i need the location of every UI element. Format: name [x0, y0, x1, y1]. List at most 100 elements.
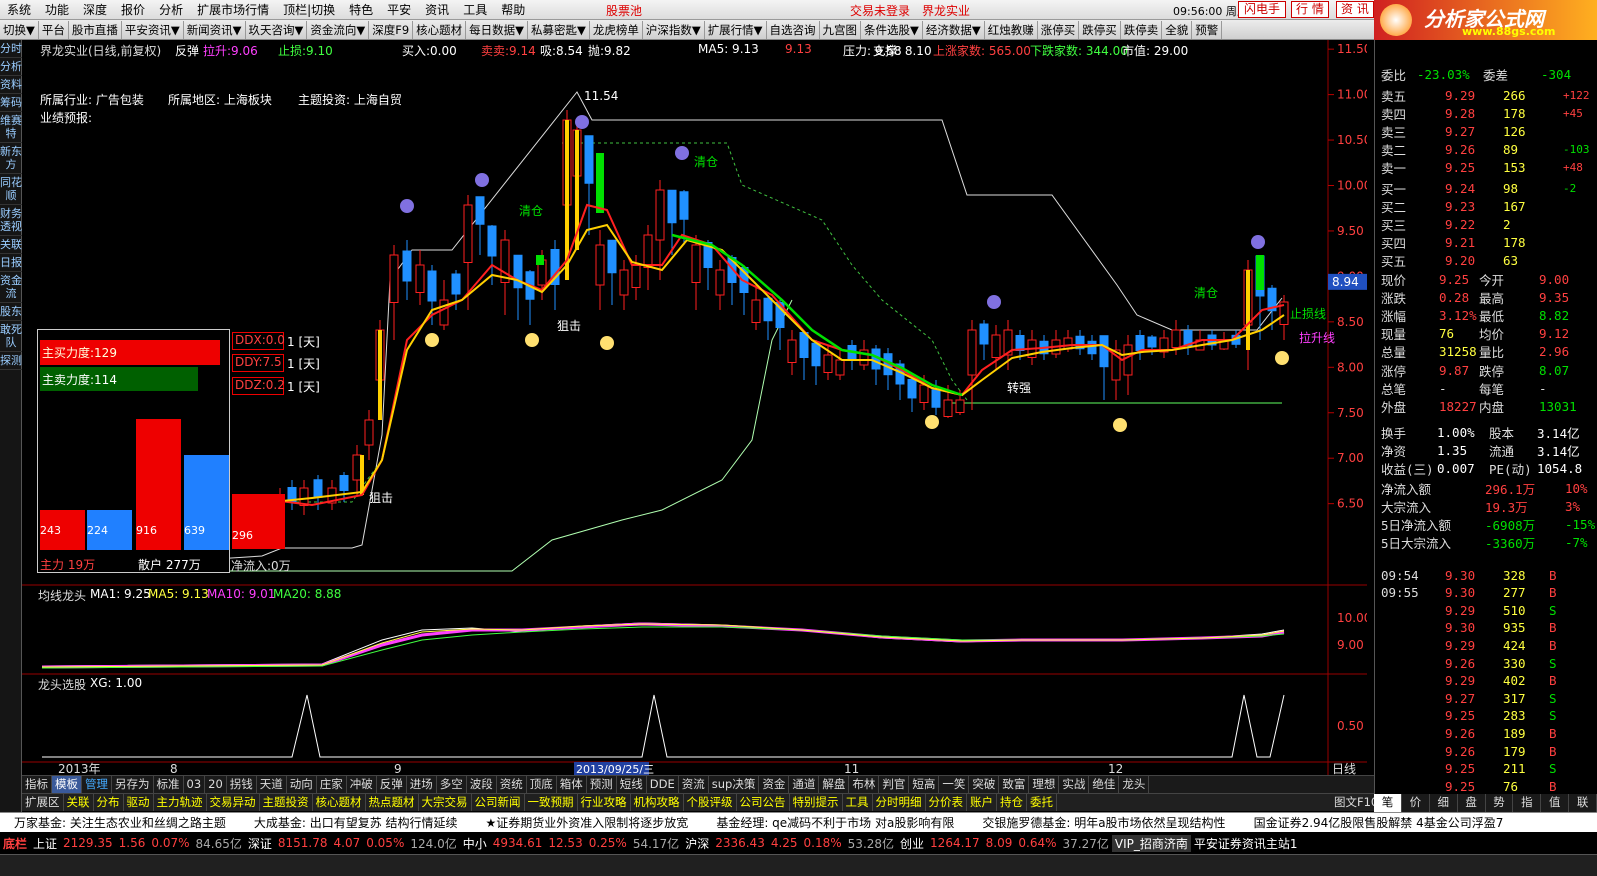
indicator-tab[interactable]: 资金 [759, 776, 790, 793]
extension-tab[interactable]: 主题投资 [260, 794, 313, 811]
indicator-tab[interactable]: 解盘 [819, 776, 850, 793]
indicator-tab[interactable]: 判官 [879, 776, 910, 793]
menu-item[interactable]: 分析 [152, 0, 190, 20]
left-tab[interactable]: 维赛特 [0, 112, 22, 143]
toolbar-item[interactable]: 玖天咨询▼ [246, 20, 308, 39]
indicator-tab[interactable]: 箱体 [557, 776, 587, 793]
extension-tab[interactable]: 账户 [967, 794, 997, 811]
indicator-tab[interactable]: 顶底 [527, 776, 557, 793]
toolbar-item[interactable]: 核心题材 [413, 20, 467, 39]
extension-tab[interactable]: 特别提示 [790, 794, 843, 811]
indicator-tab[interactable]: 03 [184, 776, 206, 793]
menu-item[interactable]: 顶栏|切换 [276, 0, 342, 20]
flash-trade-button[interactable]: 闪电手 [1238, 1, 1287, 18]
news-button[interactable]: 资 讯 [1336, 1, 1374, 18]
toolbar-item[interactable]: 涨停买 [1038, 20, 1080, 39]
extension-tab[interactable]: 大宗交易 [419, 794, 472, 811]
indicator-tab[interactable]: 管理 [82, 776, 112, 793]
toolbar-item[interactable]: 跌停买 [1079, 20, 1121, 39]
menu-item[interactable]: 资讯 [418, 0, 456, 20]
indicator-tab[interactable]: 反弹 [377, 776, 407, 793]
left-tab[interactable]: 新东方 [0, 143, 22, 174]
vip-site[interactable]: VIP_招商济南 [1111, 834, 1191, 852]
indicator-tab[interactable]: 预测 [587, 776, 617, 793]
extension-tab[interactable]: 机构攻略 [631, 794, 684, 811]
indicator-tab[interactable]: DDE [647, 776, 679, 793]
toolbar-item[interactable]: 新闻资讯▼ [184, 20, 246, 39]
left-tab[interactable]: 筹码 [0, 94, 22, 112]
indicator-tab[interactable]: sup决策 [709, 776, 760, 793]
toolbar-item[interactable]: 平台 [39, 20, 69, 39]
menu-item[interactable]: 特色 [342, 0, 380, 20]
toolbar-item[interactable]: 私募密匙▼ [528, 20, 590, 39]
indicator-tab[interactable]: 标准 [154, 776, 184, 793]
extension-tab[interactable]: 委托 [1027, 794, 1057, 811]
quote-tab[interactable]: 细 [1430, 794, 1458, 812]
left-tab[interactable]: 同花顺 [0, 174, 22, 205]
indicator-tab[interactable]: 另存为 [112, 776, 154, 793]
menu-item[interactable]: 工具 [456, 0, 494, 20]
indicator-tab[interactable]: 天道 [257, 776, 287, 793]
quote-button[interactable]: 行 情 [1291, 1, 1329, 18]
extension-tab[interactable]: 分布 [94, 794, 124, 811]
extension-tab[interactable]: 一致预期 [525, 794, 578, 811]
toolbar-item[interactable]: 深度F9 [369, 20, 414, 39]
indicator-tab[interactable]: 资统 [497, 776, 527, 793]
toolbar-item[interactable]: 扩展行情▼ [705, 20, 767, 39]
indicator-tab[interactable]: 资流 [679, 776, 709, 793]
news-item[interactable]: 国金证券2.94亿股限售股解禁 4基金公司浮盈7 [1240, 814, 1518, 831]
server-site[interactable]: 平安证券资讯主站1 [1191, 835, 1301, 852]
menu-item[interactable]: 帮助 [494, 0, 532, 20]
indicator-tab[interactable]: 进场 [407, 776, 437, 793]
toolbar-item[interactable]: 红烛教赚 [985, 20, 1038, 39]
menu-item[interactable]: 平安 [380, 0, 418, 20]
extension-tab[interactable]: 主力轨迹 [154, 794, 207, 811]
indicator-tab[interactable]: 龙头 [1119, 776, 1150, 793]
indicator-tab[interactable]: 模板 [52, 776, 82, 793]
indicator-tab[interactable]: 波段 [467, 776, 497, 793]
indicator-tab[interactable]: 通道 [789, 776, 820, 793]
toolbar-item[interactable]: 条件选股▼ [861, 20, 923, 39]
toolbar-item[interactable]: 全貌 [1162, 20, 1193, 39]
quote-tab[interactable]: 盘 [1458, 794, 1486, 812]
toolbar-item[interactable]: 股市直播 [69, 20, 122, 39]
news-item[interactable]: 万家基金: 关注生态农业和丝绸之路主题 [0, 814, 240, 831]
extension-tab[interactable]: 热点题材 [366, 794, 419, 811]
left-tab[interactable]: 资金流 [0, 272, 22, 303]
menu-item[interactable]: 功能 [38, 0, 76, 20]
news-ticker[interactable]: 万家基金: 关注生态农业和丝绸之路主题 大成基金: 出口有望复苏 结构行情延续 ★证… [0, 812, 1597, 832]
left-tab[interactable]: 股东 [0, 303, 22, 321]
left-tab[interactable]: 财务透视 [0, 205, 22, 236]
extension-tab[interactable]: 个股评级 [684, 794, 737, 811]
quote-tab[interactable]: 指 [1513, 794, 1542, 812]
extension-tab[interactable]: 公司新闻 [472, 794, 525, 811]
extension-tab[interactable]: 驱动 [124, 794, 154, 811]
left-tab[interactable]: 分时 [0, 40, 22, 58]
extension-tab[interactable]: 行业攻略 [578, 794, 631, 811]
news-item[interactable]: ★证券期货业外资准入限制将逐步放宽 [472, 814, 703, 831]
toolbar-item[interactable]: 龙虎榜单 [590, 20, 643, 39]
news-item[interactable]: 大成基金: 出口有望复苏 结构行情延续 [240, 814, 472, 831]
quote-tab[interactable]: 值 [1541, 794, 1570, 812]
extension-tab[interactable]: 分价表 [926, 794, 967, 811]
indicator-tab[interactable]: 20 [205, 776, 227, 793]
toolbar-item[interactable]: 经济数据▼ [923, 20, 985, 39]
extension-tab[interactable]: 工具 [843, 794, 873, 811]
indicator-tab[interactable]: 冲破 [347, 776, 377, 793]
news-item[interactable]: 交银施罗德基金: 明年a股市场依然呈现结构性 [968, 814, 1239, 831]
left-tab[interactable]: 日报 [0, 254, 22, 272]
trade-login-status[interactable]: 交易未登录 [850, 2, 910, 19]
extension-tab[interactable]: 扩展区 [22, 794, 64, 811]
news-item[interactable]: 基金经理: qe减码不利于市场 对a股影响有限 [702, 814, 968, 831]
menu-item[interactable]: 扩展市场行情 [190, 0, 276, 20]
indicator-tab[interactable]: 致富 [999, 776, 1030, 793]
indicator-tab[interactable]: 庄家 [317, 776, 347, 793]
extension-tab[interactable]: 分时明细 [873, 794, 926, 811]
toolbar-item[interactable]: 自选咨询 [767, 20, 820, 39]
toolbar-item[interactable]: 切换▼ [0, 20, 39, 39]
toolbar-item[interactable]: 预警 [1192, 20, 1223, 39]
toolbar-item[interactable]: 每日数据▼ [466, 20, 528, 39]
quote-tab[interactable]: 势 [1486, 794, 1514, 812]
toolbar-item[interactable]: 资金流向▼ [307, 20, 370, 39]
quote-tab[interactable]: 笔 [1374, 794, 1402, 812]
